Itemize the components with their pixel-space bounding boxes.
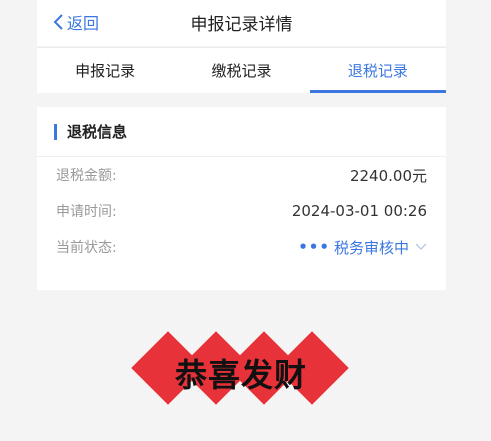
record-tabs: 申报记录 缴税记录 退税记录 bbox=[37, 47, 447, 93]
current-status-row: 当前状态: ••• 税务审核中 bbox=[37, 229, 446, 265]
status-dropdown[interactable]: ••• 税务审核中 bbox=[298, 237, 427, 258]
nav-header: 返回 申报记录详情 bbox=[37, 0, 446, 46]
chevron-down-icon bbox=[415, 243, 427, 250]
apply-time-value: 2024-03-01 00:26 bbox=[291, 202, 427, 220]
refund-amount-row: 退税金额: 2240.00元 bbox=[37, 157, 446, 193]
apply-time-label: 申请时间: bbox=[56, 204, 117, 220]
status-value: 税务审核中 bbox=[333, 238, 409, 257]
section-title: 退税信息 bbox=[67, 123, 128, 141]
section-header: 退税信息 bbox=[37, 107, 446, 157]
current-status-label: 当前状态: bbox=[56, 240, 117, 256]
section-accent-bar bbox=[54, 123, 57, 140]
refund-amount-label: 退税金额: bbox=[56, 168, 117, 184]
tab-payment-records[interactable]: 缴税记录 bbox=[173, 48, 309, 93]
progress-dots-icon: ••• bbox=[298, 238, 330, 256]
refund-amount-value: 2240.00元 bbox=[349, 166, 427, 185]
banner-text: 恭喜发财 bbox=[174, 356, 307, 394]
refund-info-card: 退税信息 退税金额: 2240.00元 申请时间: 2024-03-01 00:… bbox=[37, 107, 446, 290]
good-fortune-banner: 恭喜发财 bbox=[130, 322, 352, 414]
tab-refund-records[interactable]: 退税记录 bbox=[309, 48, 447, 93]
page-title: 申报记录详情 bbox=[190, 15, 293, 35]
apply-time-row: 申请时间: 2024-03-01 00:26 bbox=[37, 193, 446, 229]
tab-declaration-records[interactable]: 申报记录 bbox=[37, 48, 173, 93]
